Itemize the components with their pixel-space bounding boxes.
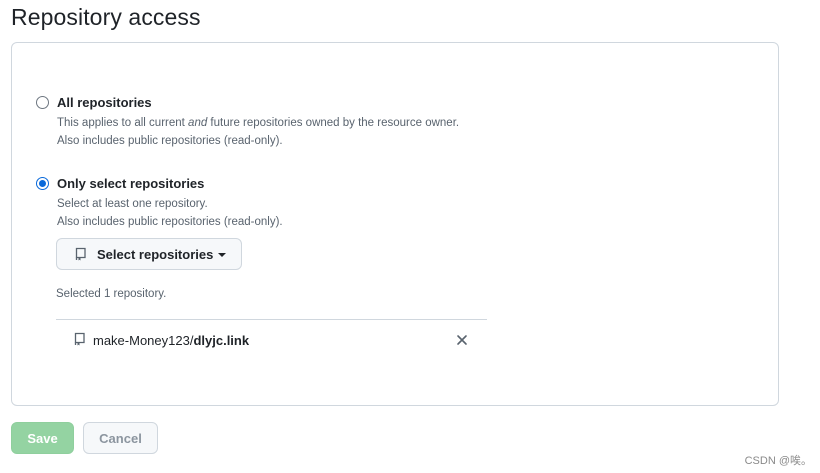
only-select-repositories-radio[interactable]: [36, 177, 49, 190]
repo-icon: [75, 247, 86, 261]
repository-name: make-Money123/dlyjc.link: [93, 332, 250, 348]
all-repositories-note-2: Also includes public repositories (read-…: [57, 135, 283, 147]
selected-count-text: Selected 1 repository.: [56, 288, 167, 300]
page-title: Repository access: [11, 4, 201, 30]
selected-repository-list: make-Money123/dlyjc.link: [56, 319, 487, 360]
cancel-button[interactable]: Cancel: [83, 422, 158, 454]
all-repositories-radio[interactable]: [36, 96, 49, 109]
select-repositories-label: Select repositories: [97, 246, 214, 262]
watermark-text: CSDN @唉。: [744, 455, 812, 467]
only-select-note-1: Select at least one repository.: [57, 198, 208, 210]
save-button[interactable]: Save: [11, 422, 74, 454]
only-select-note-2: Also includes public repositories (read-…: [57, 216, 283, 228]
caret-down-icon: [218, 252, 227, 257]
list-item: make-Money123/dlyjc.link: [56, 320, 487, 360]
option-all-repositories[interactable]: All repositories This applies to all cur…: [36, 94, 459, 150]
only-select-repositories-label[interactable]: Only select repositories: [57, 175, 283, 192]
all-repositories-note-1: This applies to all current and future r…: [57, 117, 460, 129]
option-only-select-repositories[interactable]: Only select repositories Select at least…: [36, 175, 283, 231]
select-repositories-button[interactable]: Select repositories: [56, 238, 242, 270]
repo-icon: [74, 332, 85, 346]
all-repositories-label[interactable]: All repositories: [57, 94, 459, 111]
close-icon[interactable]: [455, 333, 469, 347]
repository-access-panel: All repositories This applies to all cur…: [11, 42, 779, 406]
